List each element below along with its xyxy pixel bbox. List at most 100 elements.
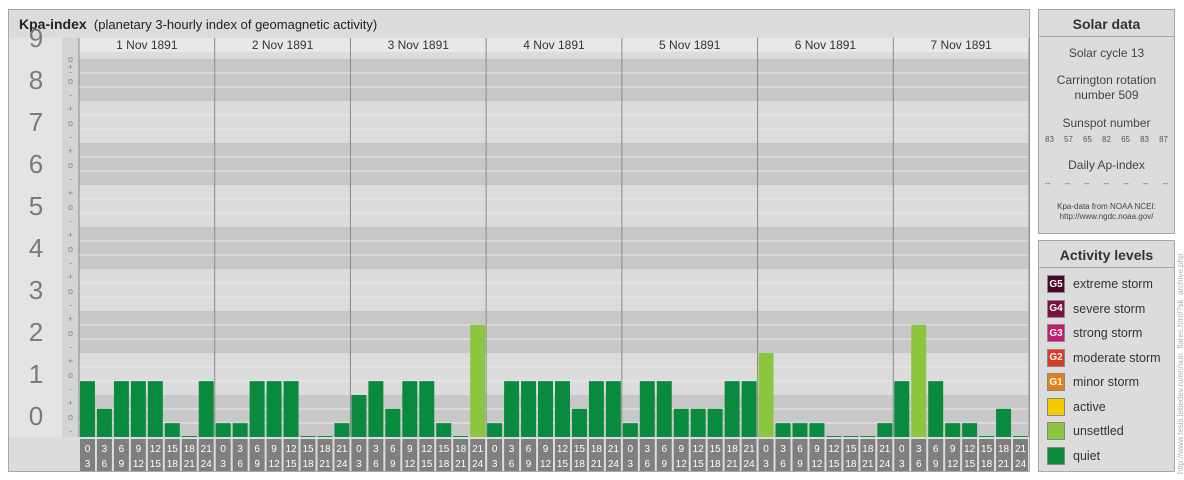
time-end-label: 15 bbox=[557, 459, 569, 470]
time-end-label: 18 bbox=[710, 459, 722, 470]
time-end-label: 12 bbox=[947, 459, 959, 470]
legend-label: strong storm bbox=[1073, 326, 1143, 340]
time-end-label: 3 bbox=[356, 459, 362, 470]
time-end-label: 18 bbox=[438, 459, 450, 470]
time-start-label: 6 bbox=[254, 444, 260, 455]
time-end-label: 6 bbox=[509, 459, 515, 470]
kp-bar bbox=[368, 381, 384, 437]
time-start-label: 21 bbox=[1015, 444, 1027, 455]
time-end-label: 3 bbox=[220, 459, 226, 470]
time-end-label: 6 bbox=[916, 459, 922, 470]
time-end-label: 18 bbox=[981, 459, 993, 470]
time-end-label: 15 bbox=[828, 459, 840, 470]
y-sub-tick: - bbox=[69, 132, 72, 142]
time-start-label: 18 bbox=[184, 444, 196, 455]
time-start-label: 12 bbox=[557, 444, 569, 455]
time-end-label: 12 bbox=[540, 459, 552, 470]
band bbox=[79, 143, 1029, 185]
time-end-label: 15 bbox=[693, 459, 705, 470]
kp-bar bbox=[826, 436, 842, 437]
time-start-label: 18 bbox=[455, 444, 467, 455]
time-start-label: 9 bbox=[950, 444, 956, 455]
y-sub-tick: - bbox=[69, 300, 72, 310]
time-end-label: 21 bbox=[862, 459, 874, 470]
band bbox=[79, 59, 1029, 101]
band bbox=[79, 269, 1029, 311]
kp-bar bbox=[758, 353, 774, 437]
activity-levels-panel: Activity levels G5 extreme storm G4 seve… bbox=[1038, 240, 1175, 472]
kp-bar bbox=[453, 436, 469, 437]
day-label: 5 Nov 1891 bbox=[659, 38, 721, 52]
time-end-label: 3 bbox=[492, 459, 498, 470]
time-start-label: 21 bbox=[472, 444, 484, 455]
carrington-line-2: number 509 bbox=[1074, 88, 1139, 102]
g3-badge: G3 bbox=[1047, 324, 1065, 342]
unsettled-swatch bbox=[1047, 422, 1065, 440]
kp-bar bbox=[911, 324, 927, 437]
y-sub-tick: o bbox=[68, 202, 73, 212]
g2-badge: G2 bbox=[1047, 348, 1065, 367]
y-sub-tick: o bbox=[68, 160, 73, 170]
time-start-label: 3 bbox=[237, 444, 243, 455]
time-end-label: 3 bbox=[628, 459, 634, 470]
time-end-label: 3 bbox=[763, 459, 769, 470]
legend-unsettled: unsettled bbox=[1047, 421, 1124, 441]
time-start-label: 18 bbox=[319, 444, 331, 455]
time-start-label: 6 bbox=[797, 444, 803, 455]
time-start-label: 0 bbox=[220, 444, 226, 455]
quiet-swatch bbox=[1047, 446, 1065, 465]
time-end-label: 21 bbox=[184, 459, 196, 470]
kp-bar bbox=[622, 423, 638, 437]
legend-extreme-storm: G5 extreme storm bbox=[1047, 274, 1153, 294]
kp-bar bbox=[809, 423, 825, 437]
y-sub-tick: + bbox=[68, 146, 73, 156]
kp-bar bbox=[792, 423, 808, 437]
legend-strong-storm: G3 strong storm bbox=[1047, 323, 1142, 343]
solar-data-panel: Solar data Solar cycle 13 Carrington rot… bbox=[1038, 9, 1175, 234]
kp-bar bbox=[266, 381, 282, 437]
ap-index-label: Daily Ap-index bbox=[1068, 158, 1145, 172]
y-tick-label: 4 bbox=[29, 233, 43, 263]
time-end-label: 3 bbox=[85, 459, 91, 470]
time-end-label: 6 bbox=[102, 459, 108, 470]
time-start-label: 18 bbox=[862, 444, 874, 455]
kp-bar bbox=[164, 423, 180, 437]
kp-bar bbox=[249, 381, 265, 437]
credit-url: http://www.tesis.lebedev.ru/en/sun_flare… bbox=[1176, 253, 1184, 474]
time-end-label: 12 bbox=[404, 459, 416, 470]
time-start-label: 3 bbox=[509, 444, 515, 455]
y-sub-tick: - bbox=[69, 258, 72, 268]
time-start-label: 15 bbox=[167, 444, 179, 455]
kp-bar bbox=[436, 423, 452, 437]
time-start-label: 21 bbox=[879, 444, 891, 455]
time-start-label: 0 bbox=[628, 444, 634, 455]
day-label: 7 Nov 1891 bbox=[930, 38, 992, 52]
time-end-label: 6 bbox=[645, 459, 651, 470]
kp-bar bbox=[419, 381, 435, 437]
time-start-label: 3 bbox=[916, 444, 922, 455]
time-end-label: 15 bbox=[150, 459, 162, 470]
legend-minor-storm: G1 minor storm bbox=[1047, 372, 1139, 392]
y-tick-label: 3 bbox=[29, 275, 43, 305]
time-end-label: 24 bbox=[744, 459, 756, 470]
kp-bar bbox=[707, 408, 723, 437]
data-source-link[interactable]: http://www.ngdc.noaa.gov/ bbox=[1039, 212, 1174, 222]
time-start-label: 15 bbox=[710, 444, 722, 455]
time-end-label: 9 bbox=[933, 459, 939, 470]
kp-bar bbox=[843, 436, 859, 437]
time-end-label: 15 bbox=[421, 459, 433, 470]
kp-bar bbox=[113, 381, 129, 437]
kp-bar bbox=[487, 423, 503, 437]
sunspot-values: 83 57 65 82 65 83 87 bbox=[1039, 135, 1174, 144]
sunspot-value: 83 bbox=[1045, 135, 1054, 144]
time-end-label: 6 bbox=[780, 459, 786, 470]
kp-bar bbox=[283, 381, 299, 437]
kp-bar bbox=[724, 381, 740, 437]
legend-label: extreme storm bbox=[1073, 277, 1153, 291]
sunspot-value: 83 bbox=[1140, 135, 1149, 144]
legend-label: unsettled bbox=[1073, 424, 1124, 438]
kp-bar bbox=[928, 381, 944, 437]
day-label: 4 Nov 1891 bbox=[523, 38, 585, 52]
g1-badge: G1 bbox=[1047, 373, 1065, 391]
kp-bar bbox=[656, 381, 672, 437]
